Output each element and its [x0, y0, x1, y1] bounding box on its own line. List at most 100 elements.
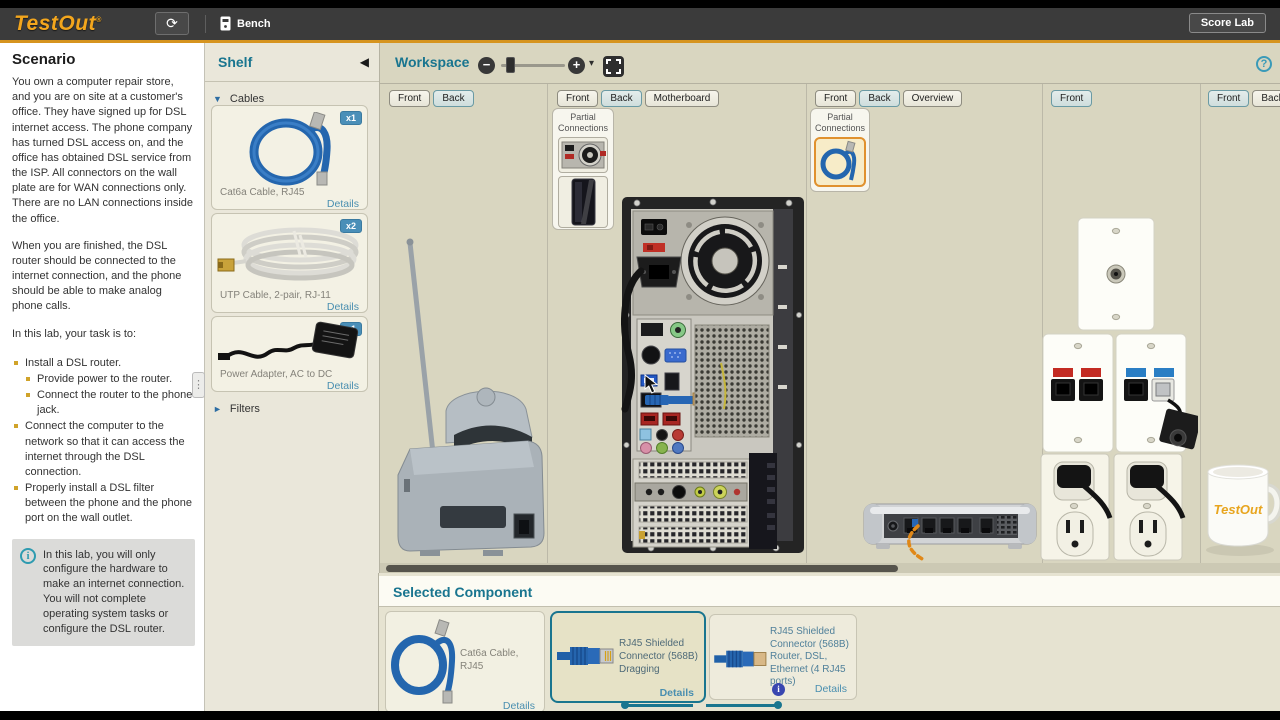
details-link[interactable]: Details: [327, 198, 359, 210]
router-front-button[interactable]: Front: [815, 90, 857, 107]
scenario-paragraph-2: When you are finished, the DSL router sh…: [12, 239, 182, 313]
workspace-body: Front Back Front Back Motherboard Front Back…: [380, 84, 1280, 563]
cat6a-card-image: [391, 619, 456, 704]
selected-card-connector-dragging[interactable]: RJ45 Shielded Connector (568B) Dragging …: [550, 611, 706, 703]
cable-thumbnail-selected[interactable]: [814, 136, 866, 187]
selected-card-cat6a[interactable]: Cat6a Cable, RJ45 Details: [385, 611, 545, 713]
phone-front-button[interactable]: Front: [389, 90, 431, 107]
task-subitem: Provide power to the router.: [26, 372, 195, 387]
score-lab-button[interactable]: Score Lab: [1188, 13, 1266, 33]
header-accent-line: [0, 40, 1280, 43]
shelf-item-utp-cable[interactable]: x2 UTP Cable, 2-pair, RJ-11 Details: [211, 213, 368, 313]
shelf-panel: Shelf ◀ ▼ Cables x1 Cat6a Cable, RJ45 Det…: [205, 43, 380, 711]
task-item: Connect the computer to the network so t…: [14, 419, 195, 480]
refresh-button[interactable]: ⟳: [155, 12, 189, 35]
partial-connections-label: Partial Connections: [814, 112, 866, 133]
shelf-header: Shelf ◀: [205, 43, 379, 82]
cable-end-line: [706, 704, 778, 707]
zoom-dropdown-caret[interactable]: ▾: [589, 58, 594, 69]
rj45-connector-image: [557, 647, 614, 665]
testout-mug[interactable]: TestOut: [1202, 458, 1280, 558]
details-link[interactable]: Details: [815, 683, 847, 695]
bench-tower-icon: [220, 16, 231, 31]
area-divider: [806, 84, 807, 563]
help-icon[interactable]: ?: [1256, 56, 1272, 72]
chevron-right-icon: ►: [213, 404, 222, 414]
shelf-title: Shelf: [218, 54, 253, 70]
fit-to-screen-button[interactable]: [603, 56, 624, 77]
workspace-scrollbar-thumb[interactable]: [386, 564, 898, 572]
section-cables[interactable]: ▼ Cables: [213, 93, 264, 105]
letterbox-bottom: [0, 711, 1280, 720]
partial-connections-label: Partial Connections: [557, 112, 609, 133]
computer-front-button[interactable]: Front: [557, 90, 599, 107]
workspace-header: Workspace − + ▾ ?: [380, 43, 1280, 84]
scenario-title: Scenario: [12, 51, 76, 68]
area-divider: [1200, 84, 1201, 563]
power-adapter-image: [218, 321, 359, 360]
zoom-slider-handle[interactable]: [506, 57, 515, 73]
selected-card-connector-router[interactable]: RJ45 Shielded Connector (568B) Router, D…: [709, 614, 857, 700]
zoom-out-button[interactable]: −: [478, 57, 495, 74]
shelf-item-cat6a-cable[interactable]: x1 Cat6a Cable, RJ45 Details: [211, 105, 368, 210]
panel-splitter-handle[interactable]: ⋮: [192, 372, 205, 398]
card-label: RJ45 Shielded Connector (568B): [770, 626, 849, 650]
psu-thumbnail[interactable]: [558, 136, 608, 173]
selected-component-panel: Selected Component Cat6a Cable, RJ45 Det…: [378, 573, 1280, 713]
refresh-icon: ⟳: [166, 15, 178, 31]
info-icon[interactable]: i: [772, 683, 785, 696]
wall-plates[interactable]: [1040, 212, 1198, 562]
task-intro: In this lab, your task is to:: [12, 327, 137, 340]
utp-cable-image: [217, 227, 359, 281]
phone-back-button[interactable]: Back: [433, 90, 474, 107]
computer-motherboard-button[interactable]: Motherboard: [644, 90, 720, 107]
computer-partial-connections: Partial Connections: [552, 108, 614, 230]
task-subitem: Connect the router to the phone jack.: [26, 388, 195, 418]
cables-label: Cables: [229, 93, 265, 105]
router-back-button[interactable]: Back: [859, 90, 900, 107]
selected-component-title: Selected Component: [393, 584, 533, 600]
mug-logo: TestOut: [1214, 502, 1263, 517]
cable-end-dot: [774, 701, 782, 709]
shelf-collapse-icon[interactable]: ◀: [360, 55, 369, 69]
top-bar: TestOut® ⟳ Bench Score Lab: [0, 8, 1280, 40]
shelf-item-power-adapter[interactable]: x1 Power Adapter, AC to DC Details: [211, 316, 368, 392]
router-partial-connections: Partial Connections: [810, 108, 870, 192]
registered-mark: ®: [96, 17, 102, 24]
details-link[interactable]: Details: [660, 687, 694, 699]
workspace-scrollbar[interactable]: [380, 563, 1280, 573]
details-link[interactable]: Details: [327, 380, 359, 392]
phone-back[interactable]: [388, 235, 548, 560]
item-name: Cat6a Cable, RJ45: [220, 187, 305, 198]
desk-front-button[interactable]: Front: [1208, 90, 1250, 107]
card-label: RJ45 Shielded Connector (568B): [619, 638, 698, 662]
card-status: Dragging: [619, 664, 660, 675]
computer-back-button[interactable]: Back: [601, 90, 642, 107]
task-item: Properly install a DSL filter between th…: [14, 481, 195, 527]
zoom-in-button[interactable]: +: [568, 57, 585, 74]
letterbox-top: [0, 0, 1280, 8]
task-list: Install a DSL router. Provide power to t…: [14, 356, 195, 527]
case-thumb-image: [571, 178, 596, 226]
tab-bench[interactable]: Bench: [220, 16, 271, 31]
workspace-title: Workspace: [395, 54, 470, 70]
dsl-router-back[interactable]: [862, 490, 1040, 562]
lab-note: i In this lab, you will only configure t…: [12, 538, 195, 646]
mouse-cursor: [644, 374, 658, 394]
card-label: Cat6a Cable, RJ45: [460, 648, 519, 672]
wall-plate-front-button[interactable]: Front: [1051, 90, 1093, 107]
bench-label: Bench: [237, 17, 271, 30]
task-item: Install a DSL router.: [14, 356, 195, 371]
section-filters[interactable]: ► Filters: [213, 403, 260, 415]
case-front-thumbnail[interactable]: [558, 175, 608, 228]
rj45-connector-image: [714, 650, 767, 668]
header-divider: [205, 15, 206, 33]
plus-icon: +: [572, 57, 581, 72]
app-window: TestOut® ⟳ Bench Score Lab Scenario You …: [0, 0, 1280, 720]
desk-back-button[interactable]: Back: [1252, 90, 1280, 107]
psu-thumb-image: [561, 141, 606, 169]
router-overview-button[interactable]: Overview: [902, 90, 963, 107]
details-link[interactable]: Details: [327, 301, 359, 313]
testout-logo: TestOut®: [14, 12, 102, 35]
lab-note-text: In this lab, you will only configure the…: [43, 548, 185, 635]
